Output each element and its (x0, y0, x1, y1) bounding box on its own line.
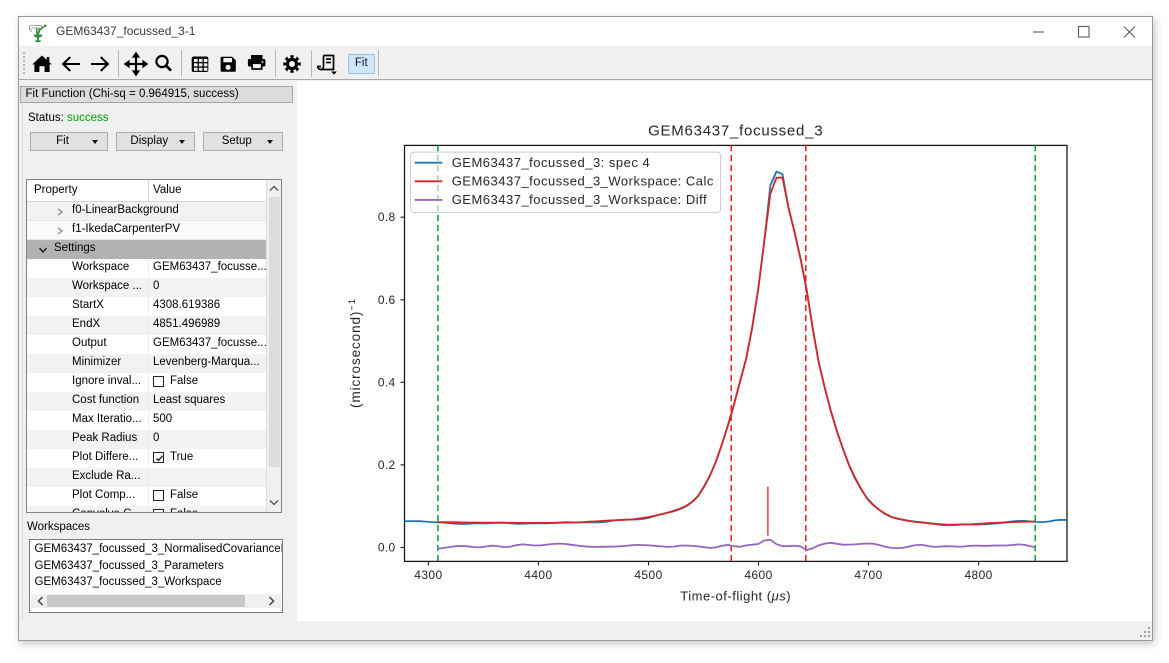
svg-text:4600: 4600 (744, 568, 772, 582)
svg-text:(microsecond)−1: (microsecond)−1 (347, 298, 364, 408)
svg-text:GEM63437_focussed_3: GEM63437_focussed_3 (648, 123, 823, 140)
svg-text:4500: 4500 (634, 568, 662, 582)
svg-text:4300: 4300 (414, 568, 442, 582)
svg-text:GEM63437_focussed_3_Workspace:: GEM63437_focussed_3_Workspace: Calc (452, 174, 714, 189)
svg-text:0.6: 0.6 (378, 293, 396, 307)
svg-text:4800: 4800 (964, 568, 992, 582)
svg-text:4400: 4400 (524, 568, 552, 582)
svg-text:0.2: 0.2 (378, 458, 396, 472)
svg-text:0.8: 0.8 (378, 210, 396, 224)
svg-text:4700: 4700 (854, 568, 882, 582)
svg-text:Time-of-flight (μs): Time-of-flight (μs) (680, 589, 791, 604)
svg-text:GEM63437_focussed_3: spec 4: GEM63437_focussed_3: spec 4 (452, 155, 651, 170)
svg-text:0.0: 0.0 (378, 541, 396, 555)
svg-text:GEM63437_focussed_3_Workspace:: GEM63437_focussed_3_Workspace: Diff (452, 192, 708, 207)
svg-text:0.4: 0.4 (378, 375, 396, 389)
